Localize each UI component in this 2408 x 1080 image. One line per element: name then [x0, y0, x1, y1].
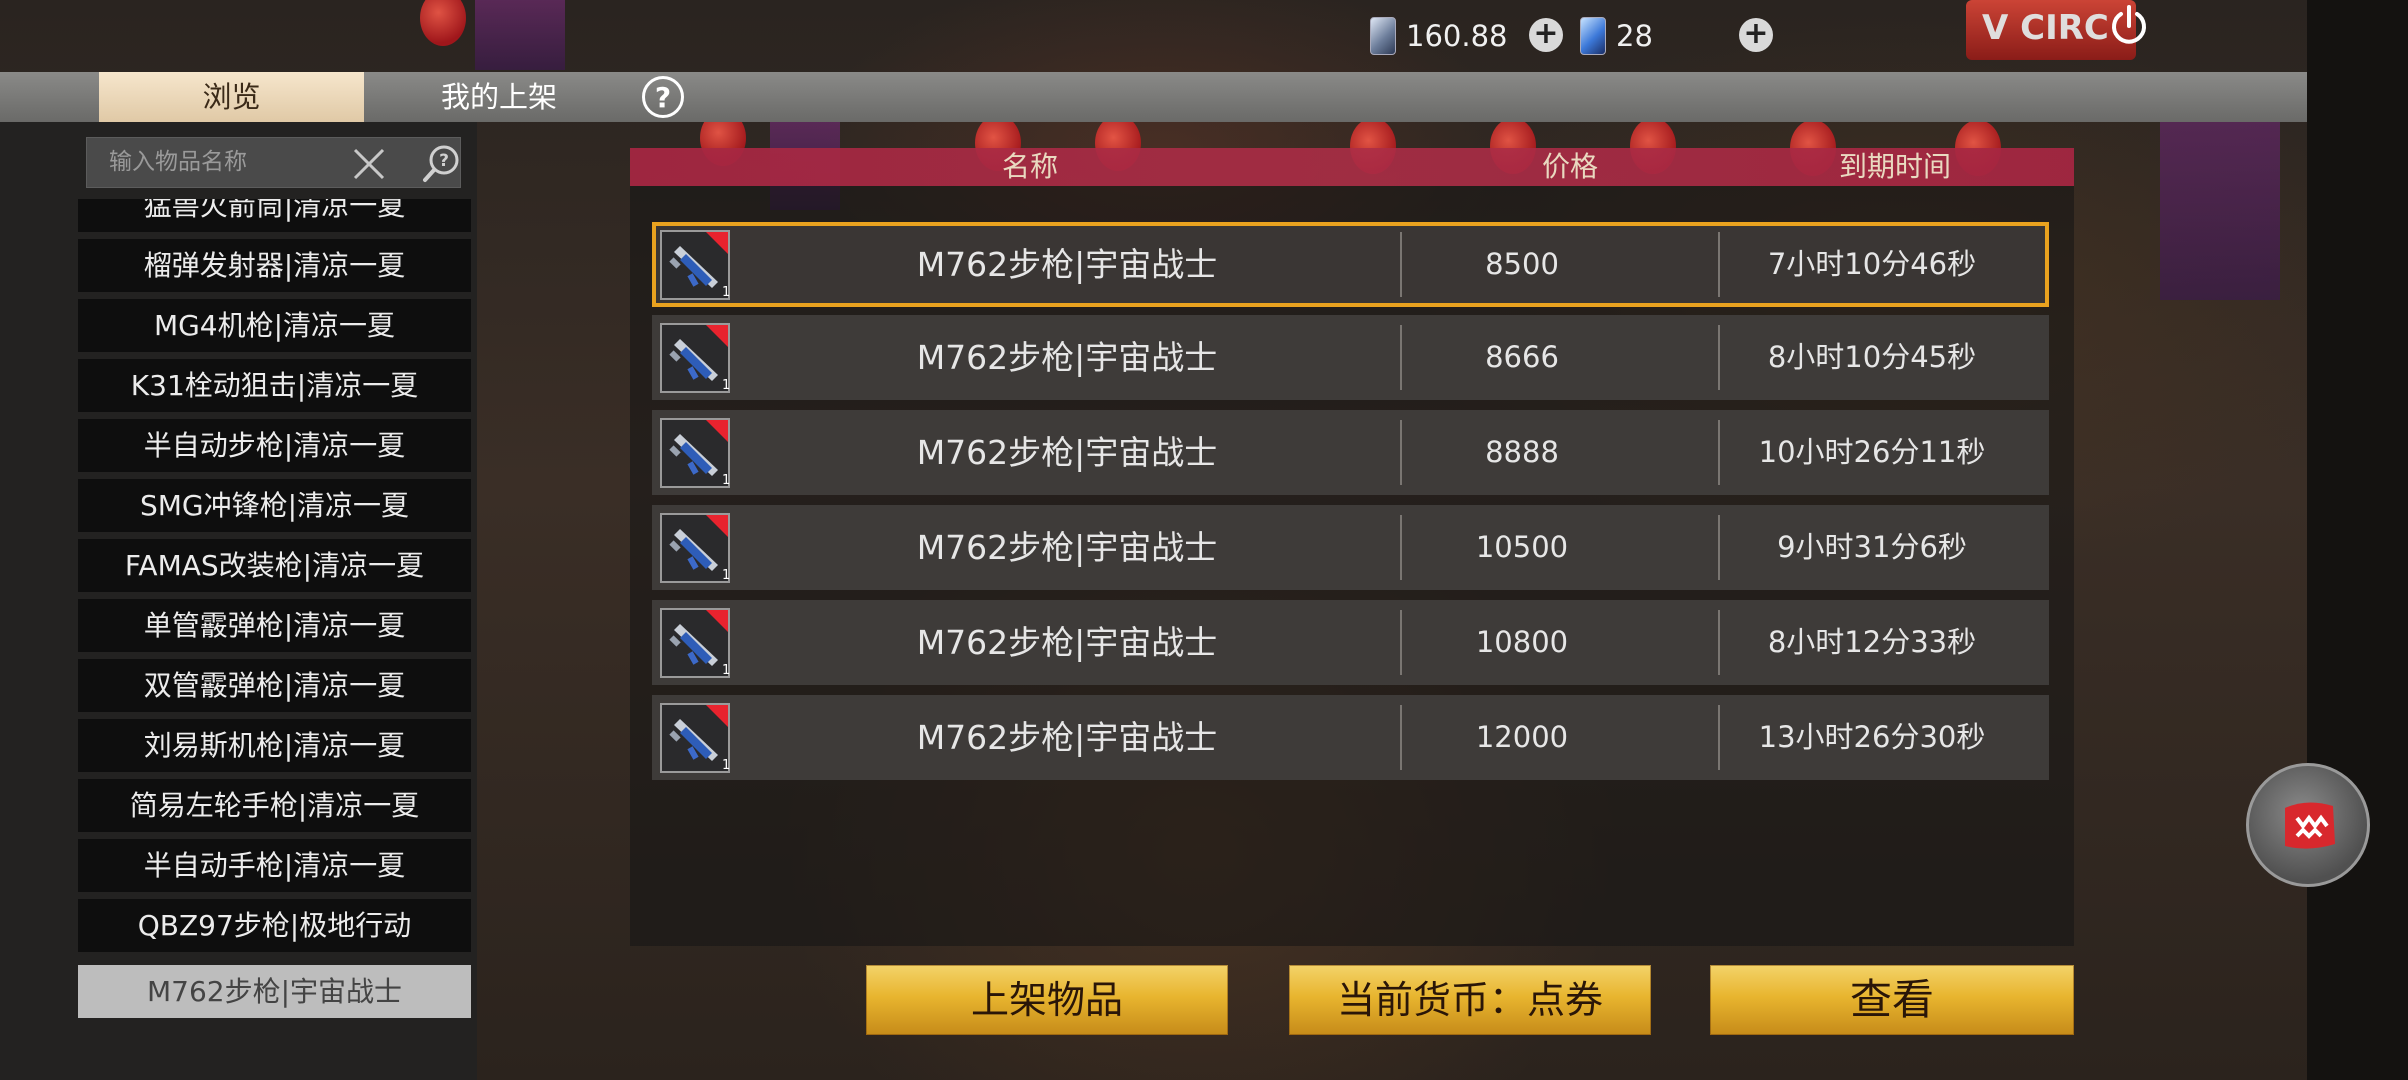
item-name: M762步枪|宇宙战士 [916, 623, 1218, 662]
item-price: 8666 [1485, 340, 1559, 374]
list-item[interactable]: K31栓动狙击|清凉一夏 [78, 359, 471, 412]
rifle-icon: 1 [660, 323, 730, 393]
item-expiry: 10小时26分11秒 [1758, 435, 1986, 469]
coupon-value: 160.88 [1406, 19, 1508, 53]
item-list[interactable]: 猛兽火箭筒|清凉一夏 榴弹发射器|清凉一夏 MG4机枪|清凉一夏 K31栓动狙击… [78, 199, 471, 1020]
ticket-value: 28 [1616, 19, 1653, 53]
list-item[interactable]: 猛兽火箭筒|清凉一夏 [78, 199, 471, 232]
item-thumbnail: 1 [660, 703, 730, 773]
list-item[interactable]: 榴弹发射器|清凉一夏 [78, 239, 471, 292]
item-expiry: 7小时10分46秒 [1767, 247, 1977, 281]
item-price: 10500 [1475, 530, 1569, 564]
svg-text:1: 1 [722, 758, 730, 773]
svg-text:1: 1 [722, 473, 730, 488]
item-name: M762步枪|宇宙战士 [916, 718, 1218, 757]
table-row[interactable]: 1 M762步枪|宇宙战士 8666 8小时10分45秒 [652, 315, 2049, 400]
search-help-icon: ? [423, 145, 459, 182]
column-divider [1718, 232, 1720, 297]
rifle-icon: 1 [660, 418, 730, 488]
item-name: M762步枪|宇宙战士 [916, 245, 1218, 284]
power-icon [2112, 5, 2146, 44]
svg-text:1: 1 [722, 285, 730, 300]
item-expiry: 8小时12分33秒 [1767, 625, 1977, 659]
item-thumbnail: 1 [660, 230, 730, 300]
rifle-icon: 1 [660, 703, 730, 773]
svg-text:?: ? [439, 151, 449, 171]
table-row-selected[interactable]: 1 M762步枪|宇宙战士 8500 7小时10分46秒 [652, 222, 2049, 307]
list-item[interactable]: 单管霰弹枪|清凉一夏 [78, 599, 471, 652]
header-price: 价格 [1541, 150, 1598, 183]
table-row[interactable]: 1 M762步枪|宇宙战士 8888 10小时26分11秒 [652, 410, 2049, 495]
rifle-icon: 1 [660, 608, 730, 678]
column-divider [1718, 705, 1720, 770]
column-divider [1718, 325, 1720, 390]
item-thumbnail: 1 [660, 513, 730, 583]
header-name: 名称 [1001, 150, 1058, 183]
tab-bar: 浏览 我的上架 ? [0, 72, 2307, 122]
floating-menu-button[interactable] [2246, 763, 2370, 887]
svg-text:1: 1 [722, 568, 730, 583]
svg-text:1: 1 [722, 378, 730, 393]
list-item[interactable]: SMG冲锋枪|清凉一夏 [78, 479, 471, 532]
ticket-balance: 28 [1580, 14, 1653, 58]
column-divider [1718, 610, 1720, 675]
list-item-selected[interactable]: M762步枪|宇宙战士 [78, 965, 471, 1018]
table-row[interactable]: 1 M762步枪|宇宙战士 12000 13小时26分30秒 [652, 695, 2049, 780]
table-header: 名称 价格 到期时间 [630, 148, 2074, 186]
list-item[interactable]: FAMAS改装枪|清凉一夏 [78, 539, 471, 592]
list-item[interactable]: 半自动步枪|清凉一夏 [78, 419, 471, 472]
list-item-button[interactable]: 上架物品 [866, 965, 1228, 1035]
table-row[interactable]: 1 M762步枪|宇宙战士 10800 8小时12分33秒 [652, 600, 2049, 685]
svg-text:1: 1 [722, 663, 730, 678]
table-row[interactable]: 1 M762步枪|宇宙战士 10500 9小时31分6秒 [652, 505, 2049, 590]
search-box: 输入物品名称 ? [86, 137, 461, 188]
list-item[interactable]: 简易左轮手枪|清凉一夏 [78, 779, 471, 832]
column-divider [1718, 420, 1720, 485]
rifle-icon: 1 [660, 230, 730, 300]
view-button[interactable]: 查看 [1710, 965, 2074, 1035]
coupon-card-icon [1370, 17, 1396, 55]
screen-edge [2307, 0, 2408, 1080]
power-button[interactable] [2105, 2, 2153, 50]
tab-my-listings[interactable]: 我的上架 [364, 72, 634, 122]
add-coupon-button[interactable]: + [1529, 18, 1563, 52]
item-name: M762步枪|宇宙战士 [916, 433, 1218, 472]
item-thumbnail: 1 [660, 418, 730, 488]
ticket-card-icon [1580, 17, 1606, 55]
item-price: 8888 [1485, 435, 1559, 469]
list-item[interactable]: 半自动手枪|清凉一夏 [78, 839, 471, 892]
item-price: 8500 [1485, 247, 1559, 281]
header-expiry: 到期时间 [1838, 150, 1951, 183]
list-item[interactable]: QBZ97步枪|极地行动 [78, 899, 471, 952]
add-ticket-button[interactable]: + [1739, 18, 1773, 52]
coupon-balance: 160.88 [1370, 14, 1507, 58]
item-price: 10800 [1475, 625, 1569, 659]
tab-browse[interactable]: 浏览 [99, 72, 364, 122]
search-help-button[interactable]: ? [421, 143, 461, 183]
close-icon [353, 148, 385, 180]
top-bar: 160.88 + 28 + V CIRC [0, 0, 2307, 72]
item-name: M762步枪|宇宙战士 [916, 528, 1218, 567]
list-item[interactable]: MG4机枪|清凉一夏 [78, 299, 471, 352]
list-item[interactable]: 双管霰弹枪|清凉一夏 [78, 659, 471, 712]
help-button[interactable]: ? [642, 76, 684, 118]
currency-button[interactable]: 当前货币：点券 [1289, 965, 1651, 1035]
item-expiry: 13小时26分30秒 [1758, 720, 1986, 754]
item-thumbnail: 1 [660, 323, 730, 393]
item-price: 12000 [1475, 720, 1569, 754]
list-item[interactable]: 刘易斯机枪|清凉一夏 [78, 719, 471, 772]
rifle-icon: 1 [660, 513, 730, 583]
item-expiry: 9小时31分6秒 [1777, 530, 1967, 564]
clear-search-button[interactable] [351, 146, 387, 182]
column-divider [1718, 515, 1720, 580]
item-name: M762步枪|宇宙战士 [916, 338, 1218, 377]
item-thumbnail: 1 [660, 608, 730, 678]
monster-mouth-icon [2285, 802, 2335, 849]
item-expiry: 8小时10分45秒 [1767, 340, 1977, 374]
